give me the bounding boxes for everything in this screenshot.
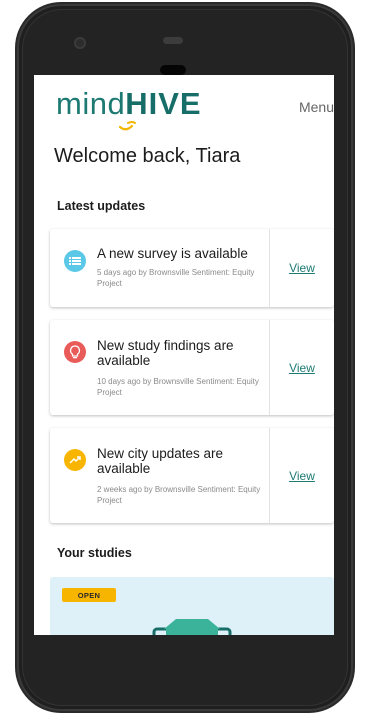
front-camera xyxy=(74,37,86,49)
update-meta: 2 weeks ago by Brownsville Sentiment: Eq… xyxy=(97,485,261,505)
update-meta: 5 days ago by Brownsville Sentiment: Equ… xyxy=(97,268,255,288)
update-meta: 10 days ago by Brownsville Sentiment: Eq… xyxy=(97,377,259,397)
proximity-sensor xyxy=(160,65,186,75)
lightbulb-icon xyxy=(64,341,86,363)
logo-bee-swoosh-icon xyxy=(118,121,136,131)
view-survey-link[interactable]: View xyxy=(289,261,315,275)
update-title: New city updates are available xyxy=(97,446,224,476)
welcome-heading: Welcome back, Tiara xyxy=(54,145,241,167)
earpiece-speaker xyxy=(163,37,183,44)
update-card-city: New city updates are available 2 weeks a… xyxy=(50,428,334,523)
your-studies-title: Your studies xyxy=(57,546,132,560)
app-screen: mindHIVE Menu Welcome back, Tiara Latest… xyxy=(34,75,334,635)
view-findings-link[interactable]: View xyxy=(289,361,315,375)
status-badge: OPEN xyxy=(62,588,116,602)
card-action-area: View xyxy=(270,428,334,523)
update-card-content: New study findings are available 10 days… xyxy=(50,320,269,415)
latest-updates-title: Latest updates xyxy=(57,199,146,213)
trending-up-icon xyxy=(64,449,86,471)
card-action-area: View xyxy=(270,320,334,415)
update-card-findings: New study findings are available 10 days… xyxy=(50,320,334,415)
logo-text-mind: mind xyxy=(56,86,126,121)
list-icon xyxy=(64,250,86,272)
card-action-area: View xyxy=(270,229,334,307)
mindhive-logo[interactable]: mindHIVE xyxy=(56,87,202,121)
menu-button[interactable]: Menu xyxy=(299,99,334,115)
update-card-survey: A new survey is available 5 days ago by … xyxy=(50,229,334,307)
update-title: A new survey is available xyxy=(97,246,248,261)
update-card-content: A new survey is available 5 days ago by … xyxy=(50,229,269,307)
update-card-content: New city updates are available 2 weeks a… xyxy=(50,428,269,523)
update-title: New study findings are available xyxy=(97,338,234,368)
logo-text-hive: HIVE xyxy=(125,86,202,121)
view-city-updates-link[interactable]: View xyxy=(289,469,315,483)
study-card[interactable]: OPEN xyxy=(50,577,334,635)
study-illustration-icon xyxy=(152,619,232,635)
app-header: mindHIVE Menu xyxy=(34,75,334,145)
